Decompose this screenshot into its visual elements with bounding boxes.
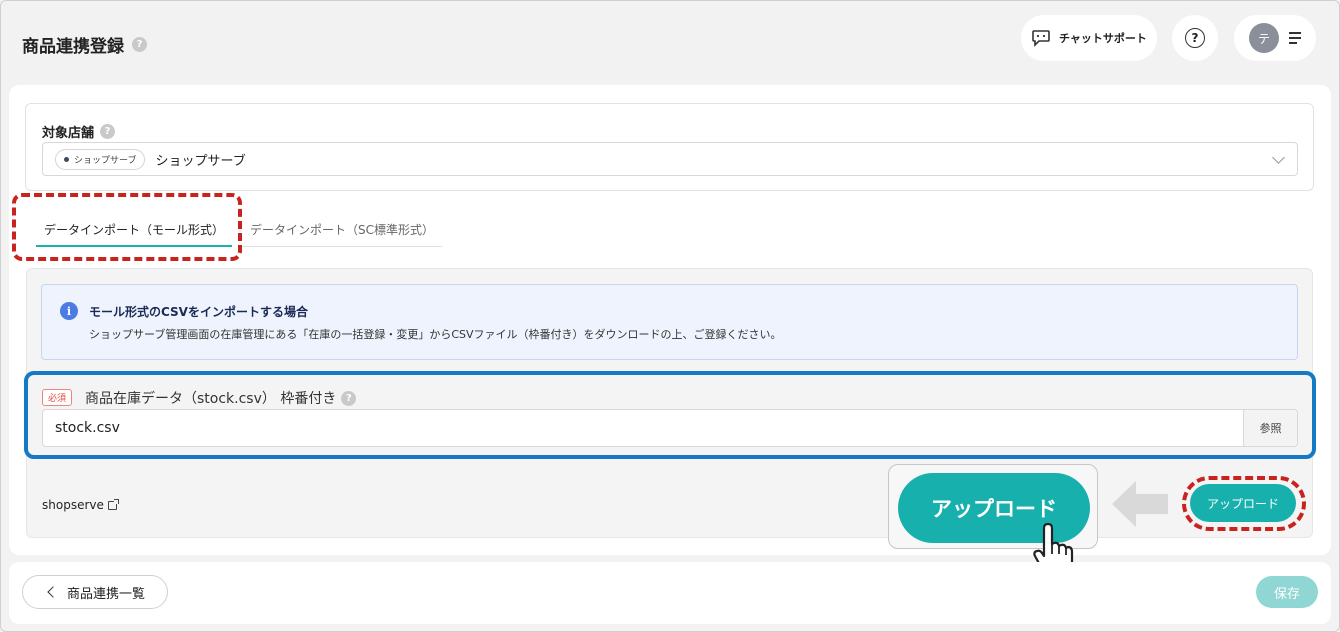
file-input[interactable]: stock.csv 参照: [42, 409, 1298, 447]
title-help-icon[interactable]: ?: [132, 37, 147, 52]
file-field-label-text: 商品在庫データ（stock.csv） 枠番付き: [85, 391, 337, 407]
store-selected-value: ショップサーブ: [155, 153, 246, 169]
chevron-left-icon: [47, 586, 59, 598]
user-menu-button[interactable]: テ: [1234, 15, 1316, 61]
upload-button[interactable]: アップロード: [1190, 484, 1296, 522]
store-chip-label: ショップサーブ: [74, 155, 137, 166]
file-help-icon[interactable]: ?: [341, 390, 357, 406]
arrow-left-icon: [1112, 481, 1168, 527]
chevron-down-icon: [1272, 151, 1285, 164]
page-title-text: 商品連携登録: [22, 37, 124, 57]
help-button[interactable]: ?: [1172, 15, 1218, 61]
store-label-text: 対象店舗: [42, 126, 95, 141]
external-link-icon: [107, 498, 119, 510]
footer-bar: [9, 562, 1331, 624]
avatar: テ: [1249, 23, 1279, 53]
file-input-value: stock.csv: [55, 420, 120, 436]
store-help-icon[interactable]: ?: [100, 124, 116, 139]
chip-dot-icon: [64, 156, 69, 162]
info-text: ショップサーブ管理画面の在庫管理にある「在庫の一括登録・変更」からCSVファイル…: [89, 328, 782, 341]
shopserve-link-text: shopserve: [42, 498, 104, 512]
info-icon: i: [60, 302, 78, 320]
shopserve-link[interactable]: shopserve: [42, 498, 119, 512]
question-icon: ?: [1185, 28, 1205, 48]
chat-support-button[interactable]: チャットサポート: [1021, 15, 1157, 61]
required-badge: 必須: [42, 389, 73, 406]
info-box: i モール形式のCSVをインポートする場合 ショップサーブ管理画面の在庫管理にあ…: [41, 284, 1298, 360]
store-chip: ショップサーブ: [55, 148, 146, 170]
back-button-label: 商品連携一覧: [66, 586, 145, 602]
chat-support-label: チャットサポート: [1059, 32, 1147, 45]
store-label: 対象店舗 ?: [42, 122, 116, 141]
browse-button[interactable]: 参照: [1243, 410, 1297, 446]
info-title: モール形式のCSVをインポートする場合: [89, 305, 308, 319]
chat-bubble-icon: [1032, 30, 1050, 47]
store-section: 対象店舗 ? ショップサーブ ショップサーブ: [25, 103, 1314, 191]
save-button[interactable]: 保存: [1256, 576, 1318, 608]
file-field-label: 商品在庫データ（stock.csv） 枠番付き ?: [85, 388, 357, 408]
tab-import-sc-standard[interactable]: データインポート（SC標準形式）: [242, 213, 442, 247]
menu-icon: [1289, 32, 1301, 44]
tab-highlight-frame: [12, 193, 242, 261]
back-to-list-button[interactable]: 商品連携一覧: [22, 575, 168, 609]
page-title: 商品連携登録 ?: [22, 32, 147, 57]
store-select[interactable]: ショップサーブ ショップサーブ: [42, 142, 1298, 176]
